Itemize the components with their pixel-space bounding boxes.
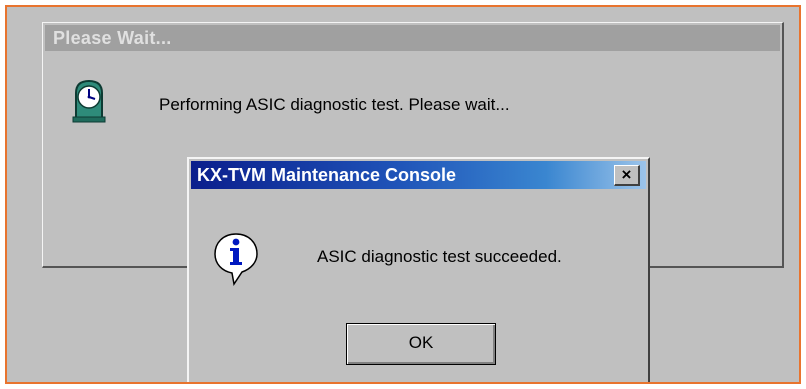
kx-tvm-message: ASIC diagnostic test succeeded. bbox=[317, 247, 562, 266]
clock-icon bbox=[72, 79, 106, 123]
ok-button[interactable]: OK bbox=[346, 323, 496, 365]
info-icon bbox=[214, 233, 258, 286]
please-wait-title: Please Wait... bbox=[53, 28, 172, 48]
close-button[interactable]: × bbox=[614, 165, 640, 186]
screenshot-frame: Please Wait... Performing ASIC diagnosti… bbox=[5, 5, 801, 384]
kx-tvm-title: KX-TVM Maintenance Console bbox=[197, 165, 457, 185]
close-icon: × bbox=[621, 165, 632, 184]
kx-tvm-titlebar[interactable]: KX-TVM Maintenance Console × bbox=[191, 161, 646, 189]
please-wait-message: Performing ASIC diagnostic test. Please … bbox=[159, 95, 510, 114]
please-wait-titlebar[interactable]: Please Wait... bbox=[45, 25, 780, 51]
kx-tvm-message-box: KX-TVM Maintenance Console × ASIC diagno… bbox=[187, 157, 650, 382]
